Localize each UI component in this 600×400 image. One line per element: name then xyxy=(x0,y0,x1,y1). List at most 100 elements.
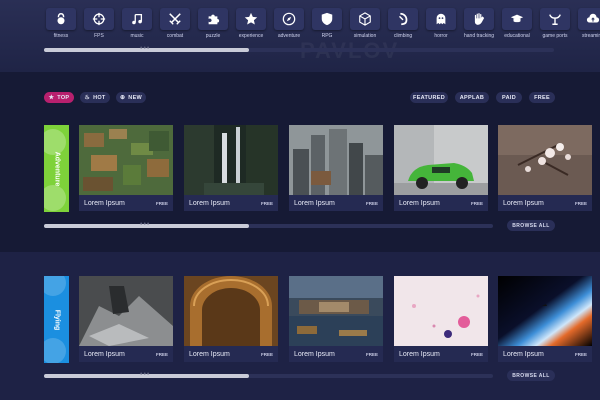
game-card[interactable]: Lorem Ipsum FREE xyxy=(289,125,383,211)
category-music[interactable]: music xyxy=(120,8,154,39)
price-badge: FREE xyxy=(574,351,587,357)
graduation-cap-icon xyxy=(510,14,524,23)
genre-banner-flying[interactable]: Flying xyxy=(44,276,69,363)
price-badge: FREE xyxy=(155,351,168,357)
price-badge: FREE xyxy=(155,200,168,206)
ghost-icon xyxy=(436,13,446,25)
price-badge: FREE xyxy=(365,200,378,206)
game-card[interactable]: Lorem Ipsum FREE xyxy=(394,276,488,362)
crosshair-icon xyxy=(92,12,106,26)
category-label: RPG xyxy=(321,33,333,39)
card-title: Lorem Ipsum xyxy=(189,350,230,358)
card-title: Lorem Ipsum xyxy=(84,199,125,207)
category-label: adventure xyxy=(277,33,301,39)
category-experience[interactable]: experience xyxy=(234,8,268,39)
card-title: Lorem Ipsum xyxy=(503,350,544,358)
cloud-upload-icon xyxy=(586,13,600,23)
category-label: hand tracking xyxy=(463,33,495,39)
category-horror[interactable]: horror xyxy=(424,8,458,39)
category-hand-tracking[interactable]: hand tracking xyxy=(462,8,496,39)
scroll-grip: ••• xyxy=(140,45,151,52)
game-card[interactable]: Lorem Ipsum FREE xyxy=(289,276,383,362)
star-icon xyxy=(244,12,258,25)
scroll-grip: ••• xyxy=(140,221,151,228)
scroll-grip: ••• xyxy=(140,371,151,378)
category-game-ports[interactable]: game ports xyxy=(538,8,572,39)
filter-label: PAID xyxy=(502,94,516,101)
category-label: game ports xyxy=(542,33,568,39)
plus-circle-icon: ⊕ xyxy=(119,95,126,101)
category-label: simulation xyxy=(353,33,377,39)
music-note-icon xyxy=(132,13,143,25)
card-image xyxy=(498,125,592,195)
star-icon: ★ xyxy=(48,95,55,101)
category-label: horror xyxy=(434,33,448,39)
kettlebell-icon xyxy=(57,13,65,25)
section-scrollbar[interactable]: ••• xyxy=(44,371,493,378)
filter-applab[interactable]: APPLAB xyxy=(455,92,489,103)
flame-icon: ♨ xyxy=(84,95,91,101)
category-label: climbing xyxy=(393,33,413,39)
card-image xyxy=(498,276,592,346)
price-badge: FREE xyxy=(470,200,483,206)
puzzle-icon xyxy=(208,14,220,25)
filter-label: FREE xyxy=(534,94,550,101)
category-streaming[interactable]: streaming xyxy=(576,8,600,39)
card-title: Lorem Ipsum xyxy=(84,350,125,358)
category-rpg[interactable]: RPG xyxy=(310,8,344,39)
category-fps[interactable]: FPS xyxy=(82,8,116,39)
category-label: fitness xyxy=(53,33,69,39)
filter-new[interactable]: ⊕ NEW xyxy=(116,92,146,103)
filter-paid[interactable]: PAID xyxy=(496,92,522,103)
category-bar: PAVLOV fitness FPS music combat puzzle xyxy=(0,0,600,72)
category-puzzle[interactable]: puzzle xyxy=(196,8,230,39)
category-simulation[interactable]: simulation xyxy=(348,8,382,39)
browse-all-button[interactable]: BROWSE ALL xyxy=(507,220,555,231)
price-badge: FREE xyxy=(470,351,483,357)
card-image xyxy=(79,276,173,346)
category-scrollbar[interactable]: ••• xyxy=(44,45,554,52)
card-title: Lorem Ipsum xyxy=(399,199,440,207)
shield-icon xyxy=(321,12,333,26)
price-badge: FREE xyxy=(365,351,378,357)
filter-top[interactable]: ★ TOP xyxy=(44,92,74,103)
price-badge: FREE xyxy=(260,351,273,357)
category-label: puzzle xyxy=(205,33,221,39)
browse-all-button[interactable]: BROWSE ALL xyxy=(507,370,555,381)
filter-label: FEATURED xyxy=(413,94,445,101)
filter-label: TOP xyxy=(57,94,70,101)
filter-label: NEW xyxy=(128,94,143,101)
game-card[interactable]: Lorem Ipsum FREE xyxy=(184,125,278,211)
compass-icon xyxy=(282,12,296,26)
game-card[interactable]: Lorem Ipsum FREE xyxy=(79,276,173,362)
category-label: music xyxy=(130,33,144,39)
category-label: combat xyxy=(166,33,184,39)
game-card[interactable]: Lorem Ipsum FREE xyxy=(498,125,592,211)
category-label: FPS xyxy=(94,33,104,39)
category-educational[interactable]: educational xyxy=(500,8,534,39)
genre-label: Flying xyxy=(53,309,60,330)
category-strip: fitness FPS music combat puzzle experien… xyxy=(44,8,600,42)
swords-icon xyxy=(169,13,181,25)
category-climbing[interactable]: climbing xyxy=(386,8,420,39)
category-adventure[interactable]: adventure xyxy=(272,8,306,39)
card-image xyxy=(184,125,278,195)
card-image xyxy=(394,125,488,195)
card-title: Lorem Ipsum xyxy=(294,199,335,207)
category-fitness[interactable]: fitness xyxy=(44,8,78,39)
card-title: Lorem Ipsum xyxy=(189,199,230,207)
section-scrollbar[interactable]: ••• xyxy=(44,221,493,228)
game-card[interactable]: Lorem Ipsum FREE xyxy=(498,276,592,362)
game-card[interactable]: Lorem Ipsum FREE xyxy=(184,276,278,362)
game-card[interactable]: Lorem Ipsum FREE xyxy=(394,125,488,211)
category-combat[interactable]: combat xyxy=(158,8,192,39)
card-title: Lorem Ipsum xyxy=(294,350,335,358)
game-card[interactable]: Lorem Ipsum FREE xyxy=(79,125,173,211)
genre-banner-adventure[interactable]: Adventure xyxy=(44,125,69,212)
card-image xyxy=(289,276,383,346)
category-label: streaming xyxy=(582,33,600,39)
filter-hot[interactable]: ♨ HOT xyxy=(80,92,110,103)
filter-free[interactable]: FREE xyxy=(529,92,555,103)
filter-featured[interactable]: FEATURED xyxy=(410,92,448,103)
filter-label: HOT xyxy=(93,94,106,101)
